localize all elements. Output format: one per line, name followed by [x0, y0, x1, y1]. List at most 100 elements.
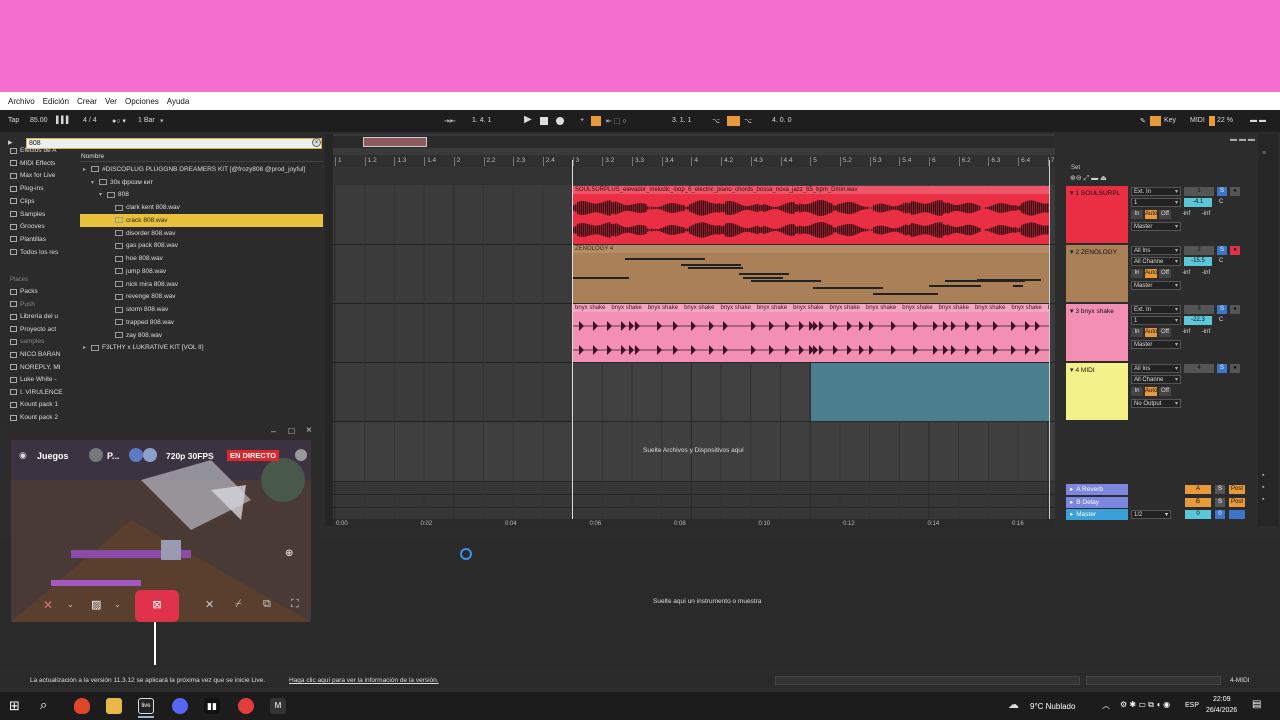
- monitor-off-button[interactable]: Off: [1159, 269, 1171, 278]
- audio-app-icon[interactable]: ▮▮: [204, 698, 220, 714]
- track-header[interactable]: ▾ 2 ZENOLOGY: [1066, 245, 1128, 302]
- settings-icon[interactable]: [295, 449, 307, 461]
- monitor-in-button[interactable]: In: [1131, 328, 1143, 337]
- browser-item[interactable]: ▾ 30к фрозм кит: [80, 176, 323, 189]
- maximize-icon[interactable]: ☐: [288, 427, 295, 436]
- close-icon[interactable]: ×: [306, 425, 312, 436]
- menu-crear[interactable]: Crear: [73, 97, 101, 106]
- track-header[interactable]: ▾ 4 MIDI: [1066, 363, 1128, 420]
- expand-arrow-icon[interactable]: ▾: [99, 191, 107, 198]
- key-map-button[interactable]: Key: [1164, 117, 1176, 124]
- expand-arrow-icon[interactable]: ▸: [83, 166, 91, 173]
- pan-field[interactable]: C: [1215, 198, 1227, 207]
- browser-category[interactable]: Samples: [10, 211, 66, 218]
- arm-button[interactable]: ●: [1230, 364, 1240, 373]
- loop-length-field[interactable]: 4. 0. 0: [772, 117, 791, 124]
- tempo-field[interactable]: 85.00: [30, 117, 48, 124]
- obs-icon[interactable]: [238, 698, 254, 714]
- zoom-icon[interactable]: ⊕: [285, 548, 293, 559]
- language-indicator[interactable]: ESP: [1185, 702, 1199, 709]
- chevron-down-icon[interactable]: ▾: [1175, 258, 1178, 266]
- browser-category[interactable]: Max for Live: [10, 172, 66, 179]
- punch-out-icon[interactable]: ⌥: [744, 117, 752, 125]
- chevron-down-icon[interactable]: ▾: [160, 117, 164, 125]
- quantize-select[interactable]: 1 Bar: [138, 117, 155, 124]
- track-fold-icon[interactable]: ▸: [1070, 486, 1073, 493]
- punch-in-icon[interactable]: ⌥: [712, 117, 720, 125]
- solo-button[interactable]: S: [1217, 305, 1227, 314]
- weather-text[interactable]: 9°C Nublado: [1030, 702, 1075, 711]
- monitor-auto-button[interactable]: Auto: [1145, 210, 1157, 219]
- post-button[interactable]: Post: [1229, 485, 1245, 494]
- browser-category[interactable]: Grooves: [10, 223, 66, 230]
- output-select[interactable]: Master ▾: [1131, 222, 1181, 231]
- output-select[interactable]: Master ▾: [1131, 340, 1181, 349]
- browser-category[interactable]: MIDI Effects: [10, 160, 66, 167]
- track-fold-icon[interactable]: ▾: [1070, 308, 1074, 315]
- sound-off-icon[interactable]: ⌿: [235, 598, 242, 611]
- send-a-field[interactable]: -inf: [1177, 210, 1195, 219]
- place-item[interactable]: Proyecto act: [10, 326, 66, 333]
- track-fold-icon[interactable]: ▸: [1070, 499, 1073, 506]
- browser-category[interactable]: Todos los res: [10, 249, 66, 256]
- browser-splitter[interactable]: [325, 134, 333, 526]
- chevron-down-icon[interactable]: ▾: [1175, 199, 1178, 207]
- track-controls-icon[interactable]: ⊕⊖ ⤢ ▬ ⏏: [1070, 174, 1107, 183]
- automation-arm-icon[interactable]: [591, 116, 601, 126]
- solo-button[interactable]: S: [1217, 187, 1227, 196]
- track-activator[interactable]: 1: [1184, 187, 1214, 196]
- chevron-down-icon[interactable]: ⌄: [67, 600, 74, 609]
- chevron-down-icon[interactable]: ▾: [1165, 511, 1168, 519]
- time-signature-field[interactable]: 4 / 4: [83, 117, 97, 124]
- pan-field[interactable]: C: [1215, 257, 1227, 266]
- chevron-down-icon[interactable]: ▾: [1175, 376, 1178, 384]
- arm-button[interactable]: ●: [1230, 305, 1240, 314]
- browser-category[interactable]: Plug-ins: [10, 185, 66, 192]
- fullscreen-icon[interactable]: ⛶: [291, 598, 299, 611]
- chevron-down-icon[interactable]: ▾: [1175, 306, 1178, 314]
- browser-category[interactable]: Efectos de A: [10, 147, 66, 154]
- monitor-off-button[interactable]: Off: [1159, 210, 1171, 219]
- clear-search-icon[interactable]: ×: [312, 138, 321, 147]
- track-activator[interactable]: 3: [1184, 305, 1214, 314]
- monitor-auto-button[interactable]: Auto: [1145, 387, 1157, 396]
- popout-icon[interactable]: ⧉: [263, 598, 271, 611]
- monitor-auto-button[interactable]: Auto: [1145, 269, 1157, 278]
- volume-field[interactable]: -15.5: [1184, 257, 1212, 266]
- file-explorer-icon[interactable]: [106, 698, 122, 714]
- max-app-icon[interactable]: M: [270, 698, 286, 714]
- menu-edicion[interactable]: Edición: [39, 97, 73, 106]
- overview-strip[interactable]: [333, 136, 1055, 148]
- chevron-down-icon[interactable]: ▾: [1175, 188, 1178, 196]
- vertical-scrollbar[interactable]: [1258, 134, 1278, 526]
- return-activator[interactable]: 0: [1185, 510, 1211, 519]
- mixer-toggle-icons[interactable]: ▪ ▪ ▪: [1262, 470, 1264, 506]
- input-channel-select[interactable]: 1 ▾: [1131, 198, 1181, 207]
- empty-clip[interactable]: [811, 363, 1049, 421]
- midi-clip[interactable]: bnyx shake bnyx shake bnyx shake bnyx shake…: [573, 304, 1049, 362]
- browser-category[interactable]: Plantillas: [10, 236, 66, 243]
- browser-item[interactable]: ▾ 808: [80, 189, 323, 202]
- input-type-select[interactable]: Ext. In ▾: [1131, 187, 1181, 196]
- browser-item[interactable]: revenge 808.wav: [80, 291, 323, 304]
- browser-category[interactable]: Clips: [10, 198, 66, 205]
- track-fold-icon[interactable]: ▾: [1070, 367, 1074, 374]
- midi-clip[interactable]: ZENOLOGY 4: [573, 245, 1049, 303]
- windows-start-icon[interactable]: ⊞: [9, 698, 20, 714]
- browser-item[interactable]: trapped 808.wav: [80, 316, 323, 329]
- midi-map-button[interactable]: MIDI: [1190, 117, 1205, 124]
- chevron-down-icon[interactable]: ▾: [1175, 341, 1178, 349]
- end-stream-button[interactable]: ⊠: [135, 590, 179, 622]
- return-activator[interactable]: A: [1185, 485, 1211, 494]
- camera-off-icon[interactable]: ▨: [91, 598, 101, 611]
- browser-search-input[interactable]: 808: [26, 138, 322, 149]
- place-item[interactable]: I. VIRULENCE: [10, 389, 66, 396]
- chevron-down-icon[interactable]: ▾: [1175, 317, 1178, 325]
- view-switch-icon[interactable]: ▬ ▬ ▬: [1230, 136, 1255, 143]
- browser-item[interactable]: gas pack 808.wav: [80, 240, 323, 253]
- track-fold-icon[interactable]: ▾: [1070, 249, 1074, 256]
- master-output-select[interactable]: 1/2 ▾: [1131, 510, 1171, 519]
- draw-mode-icon[interactable]: ✎: [1140, 117, 1146, 125]
- browser-item[interactable]: zay 808.wav: [80, 329, 323, 342]
- solo-button[interactable]: S: [1217, 246, 1227, 255]
